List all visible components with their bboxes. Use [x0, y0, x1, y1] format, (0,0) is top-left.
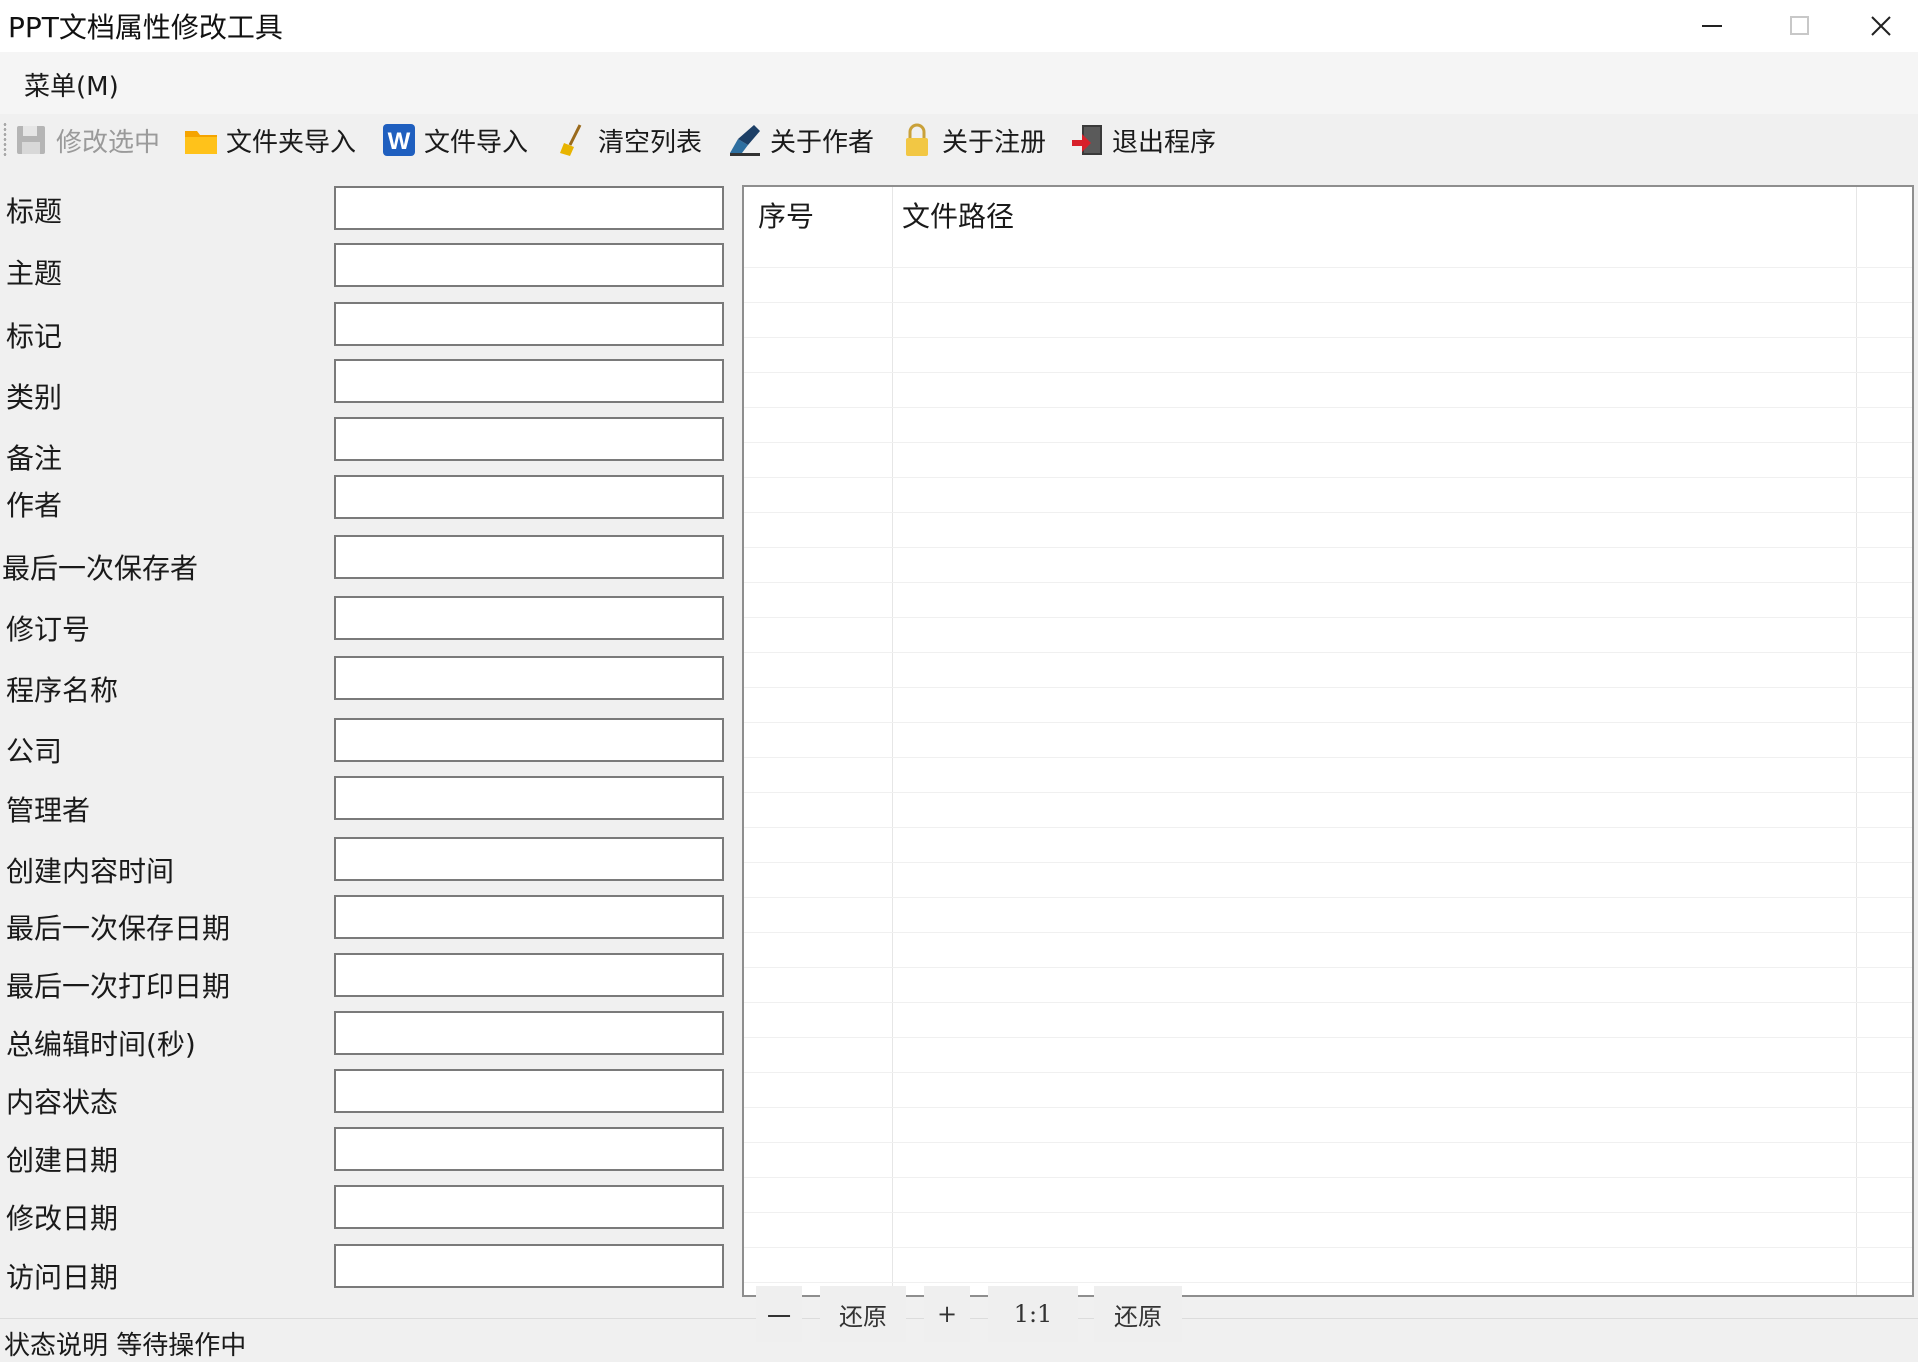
- content-status-field[interactable]: [334, 1069, 724, 1113]
- about-register-label: 关于注册: [942, 127, 1047, 158]
- field-label-title: 标题: [6, 195, 63, 228]
- broom-icon: [556, 122, 590, 158]
- about-register-button[interactable]: 关于注册: [900, 116, 1046, 164]
- field-label-manager: 管理者: [6, 794, 91, 827]
- status-text: 状态说明 等待操作中: [4, 1331, 247, 1361]
- menu-item-main[interactable]: 菜单(M): [24, 66, 119, 103]
- import-folder-button[interactable]: 文件夹导入: [184, 116, 356, 164]
- clear-list-label: 清空列表: [598, 127, 703, 158]
- import-file-label: 文件导入: [424, 127, 529, 158]
- about-author-label: 关于作者: [770, 127, 875, 158]
- category-field[interactable]: [334, 359, 724, 403]
- minimize-button[interactable]: [1668, 0, 1756, 52]
- zoom-in-button[interactable]: +: [924, 1286, 970, 1342]
- field-label-revision: 修订号: [6, 613, 91, 646]
- minimize-icon: [1702, 25, 1722, 27]
- comments-field[interactable]: [334, 417, 724, 461]
- field-label-category: 类别: [6, 381, 63, 414]
- author-icon: [728, 122, 762, 158]
- window-title: PPT文档属性修改工具: [8, 11, 283, 44]
- field-label-keywords: 标记: [6, 320, 63, 353]
- close-button[interactable]: [1844, 0, 1918, 52]
- manager-field[interactable]: [334, 776, 724, 820]
- lock-icon: [900, 122, 934, 158]
- revision-field[interactable]: [334, 596, 724, 640]
- field-label-author: 作者: [6, 489, 63, 522]
- field-label-modified-date: 修改日期: [6, 1202, 119, 1235]
- exit-program-label: 退出程序: [1112, 127, 1217, 158]
- word-icon: W: [382, 122, 416, 158]
- zoom-actual-size-button[interactable]: 1:1: [988, 1286, 1078, 1342]
- exit-icon: [1070, 122, 1104, 158]
- field-label-comments: 备注: [6, 442, 63, 475]
- list-header: 序号 文件路径: [744, 187, 1912, 237]
- field-label-content-status: 内容状态: [6, 1086, 119, 1119]
- folder-icon: [184, 122, 218, 158]
- keywords-field[interactable]: [334, 302, 724, 346]
- field-label-total-edit-time: 总编辑时间(秒): [6, 1028, 196, 1061]
- clear-list-button[interactable]: 清空列表: [556, 116, 702, 164]
- created-date-field[interactable]: [334, 1127, 724, 1171]
- field-label-content-created: 创建内容时间: [6, 855, 175, 888]
- toolbar-grip[interactable]: [3, 122, 7, 158]
- import-folder-label: 文件夹导入: [226, 127, 357, 158]
- total-edit-time-field[interactable]: [334, 1011, 724, 1055]
- field-label-accessed-date: 访问日期: [6, 1261, 119, 1294]
- application-name-field[interactable]: [334, 656, 724, 700]
- zoom-out-button[interactable]: 一: [756, 1286, 802, 1342]
- column-divider: [892, 187, 893, 1295]
- close-icon: [1871, 16, 1891, 36]
- column-header-index[interactable]: 序号: [758, 195, 814, 235]
- last-saved-date-field[interactable]: [334, 895, 724, 939]
- file-list[interactable]: 序号 文件路径: [742, 185, 1914, 1297]
- company-field[interactable]: [334, 718, 724, 762]
- about-author-button[interactable]: 关于作者: [728, 116, 874, 164]
- modified-date-field[interactable]: [334, 1185, 724, 1229]
- field-label-subject: 主题: [6, 257, 63, 290]
- toolbar: 修改选中 文件夹导入 W 文件导入 清空列表 关于作者 关于注册 退出程序: [0, 114, 1918, 168]
- subject-field[interactable]: [334, 243, 724, 287]
- field-label-company: 公司: [6, 735, 63, 768]
- zoom-restore-button[interactable]: 还原: [820, 1286, 906, 1342]
- column-header-path[interactable]: 文件路径: [902, 195, 1014, 235]
- modify-selected-button[interactable]: 修改选中: [14, 116, 160, 164]
- menu-bar: 菜单(M): [0, 52, 1918, 114]
- field-label-last-saved-date: 最后一次保存日期: [6, 912, 231, 945]
- title-bar: PPT文档属性修改工具: [0, 0, 1918, 52]
- maximize-button[interactable]: [1756, 0, 1844, 52]
- content-created-field[interactable]: [334, 837, 724, 881]
- column-divider: [1856, 187, 1857, 1295]
- svg-text:W: W: [388, 128, 411, 155]
- save-icon: [14, 122, 48, 158]
- last-printed-date-field[interactable]: [334, 953, 724, 997]
- modify-selected-label: 修改选中: [56, 127, 161, 158]
- last-saved-by-field[interactable]: [334, 535, 724, 579]
- field-label-application: 程序名称: [6, 674, 119, 707]
- field-label-last-saved-by: 最后一次保存者: [2, 552, 199, 585]
- accessed-date-field[interactable]: [334, 1244, 724, 1288]
- import-file-button[interactable]: W 文件导入: [382, 116, 528, 164]
- field-label-last-printed-date: 最后一次打印日期: [6, 970, 231, 1003]
- title-field[interactable]: [334, 186, 724, 230]
- field-label-created-date: 创建日期: [6, 1144, 119, 1177]
- maximize-icon: [1790, 16, 1809, 35]
- zoom-restore-button-2[interactable]: 还原: [1094, 1286, 1182, 1342]
- exit-program-button[interactable]: 退出程序: [1070, 116, 1216, 164]
- author-field[interactable]: [334, 475, 724, 519]
